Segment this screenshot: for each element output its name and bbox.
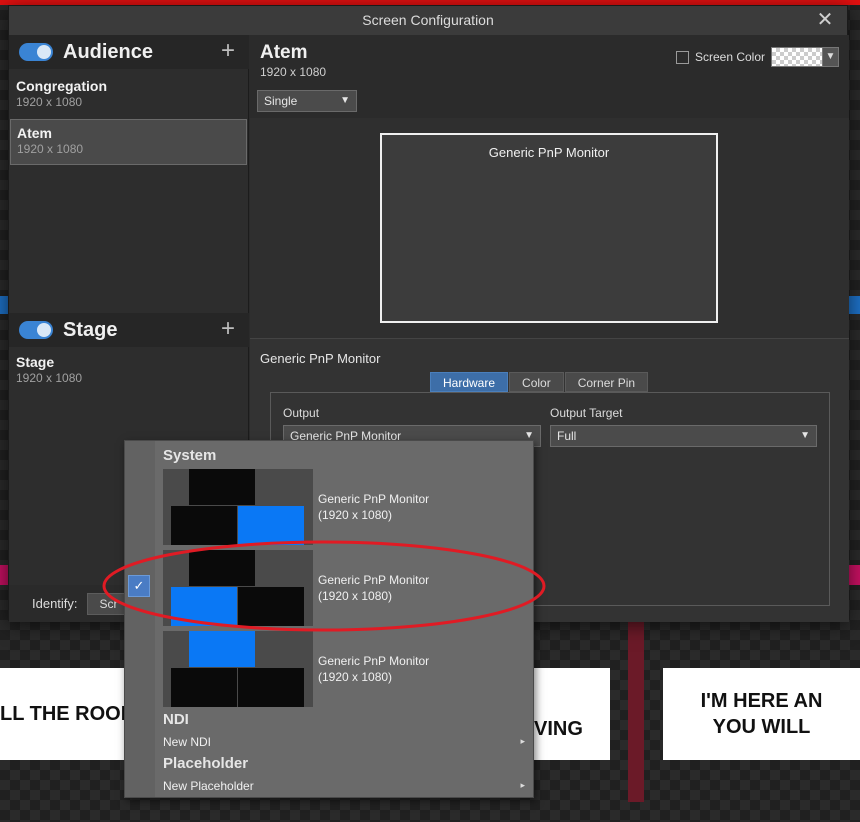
screen-preview-area: Generic PnP Monitor — [250, 118, 849, 338]
menu-section-placeholder: Placeholder — [163, 755, 249, 772]
display-resolution: (1920 x 1080) — [318, 670, 393, 684]
chevron-down-icon[interactable]: ▼ — [823, 47, 839, 67]
close-icon[interactable]: ✕ — [815, 10, 835, 30]
stage-group-title: Stage — [63, 318, 118, 341]
display-layout-thumbnail — [163, 469, 313, 545]
output-dropdown-menu: ✓ System Generic PnP Monitor (1920 x 108… — [124, 440, 534, 798]
menu-item-new-ndi[interactable]: New NDI ▸ — [155, 733, 533, 751]
add-audience-screen-button[interactable]: + — [221, 37, 235, 65]
submenu-arrow-icon: ▸ — [520, 736, 525, 746]
output-config-title: Generic PnP Monitor — [260, 351, 381, 366]
stage-toggle[interactable] — [19, 321, 53, 339]
tab-color[interactable]: Color — [509, 372, 564, 392]
screen-color-checkbox[interactable] — [675, 50, 689, 64]
display-name: Generic PnP Monitor — [318, 654, 430, 668]
display-layout-thumbnail — [163, 550, 313, 626]
menu-section-ndi: NDI — [163, 711, 189, 728]
submenu-arrow-icon: ▸ — [520, 780, 525, 790]
screen-item-atem[interactable]: Atem 1920 x 1080 — [10, 119, 247, 165]
screen-detail-header: Atem 1920 x 1080 Screen Color ▼ — [250, 35, 849, 85]
screen-mode-select[interactable]: Single ▼ — [257, 90, 357, 112]
menu-item-new-placeholder[interactable]: New Placeholder ▸ — [155, 777, 533, 795]
audience-group-title: Audience — [63, 40, 154, 63]
config-tabs: Hardware Color Corner Pin — [430, 372, 649, 392]
tab-hardware[interactable]: Hardware — [430, 372, 509, 392]
chevron-down-icon: ▼ — [800, 430, 810, 441]
menu-item-display-2[interactable]: Generic PnP Monitor (1920 x 1080) — [155, 550, 533, 626]
dialog-title: Screen Configuration — [362, 12, 494, 28]
identify-label: Identify: — [32, 596, 78, 611]
screen-item-congregation[interactable]: Congregation 1920 x 1080 — [10, 73, 247, 119]
mode-row: Single ▼ — [250, 85, 849, 118]
screen-color-control: Screen Color ▼ — [675, 47, 839, 67]
menu-section-system: System — [163, 447, 217, 464]
background-vertical-bar — [628, 620, 644, 802]
checkmark-icon: ✓ — [128, 575, 150, 597]
chevron-down-icon: ▼ — [340, 95, 350, 106]
screen-color-swatch[interactable] — [771, 47, 823, 67]
output-target-label: Output Target — [550, 406, 623, 420]
stage-group-header: Stage + — [9, 313, 249, 347]
dialog-titlebar: Screen Configuration ✕ — [9, 6, 847, 35]
background-card-left: LL THE ROOM — [0, 668, 140, 760]
screen-item-stage[interactable]: Stage 1920 x 1080 — [10, 349, 247, 395]
screen-resolution: 1920 x 1080 — [260, 65, 327, 79]
monitor-preview-label: Generic PnP Monitor — [488, 145, 610, 160]
background-card-right: I'M HERE AN YOU WILL — [663, 668, 860, 760]
add-stage-screen-button[interactable]: + — [221, 315, 235, 343]
menu-item-display-1[interactable]: Generic PnP Monitor (1920 x 1080) — [155, 469, 533, 545]
display-resolution: (1920 x 1080) — [318, 508, 393, 522]
screen-title: Atem — [260, 42, 308, 63]
background-card-middle: VING — [534, 668, 610, 760]
audience-toggle[interactable] — [19, 43, 53, 61]
display-name: Generic PnP Monitor — [318, 492, 430, 506]
display-name: Generic PnP Monitor — [318, 573, 430, 587]
audience-group-header: Audience + — [9, 35, 249, 69]
screen-color-label: Screen Color — [694, 50, 765, 64]
monitor-preview[interactable]: Generic PnP Monitor — [380, 133, 718, 323]
tab-corner-pin[interactable]: Corner Pin — [564, 372, 649, 392]
display-layout-thumbnail — [163, 631, 313, 707]
menu-item-display-3[interactable]: Generic PnP Monitor (1920 x 1080) — [155, 631, 533, 707]
menu-check-gutter — [125, 441, 155, 797]
output-label: Output — [283, 406, 320, 420]
display-resolution: (1920 x 1080) — [318, 589, 393, 603]
output-target-select[interactable]: Full ▼ — [550, 425, 817, 447]
